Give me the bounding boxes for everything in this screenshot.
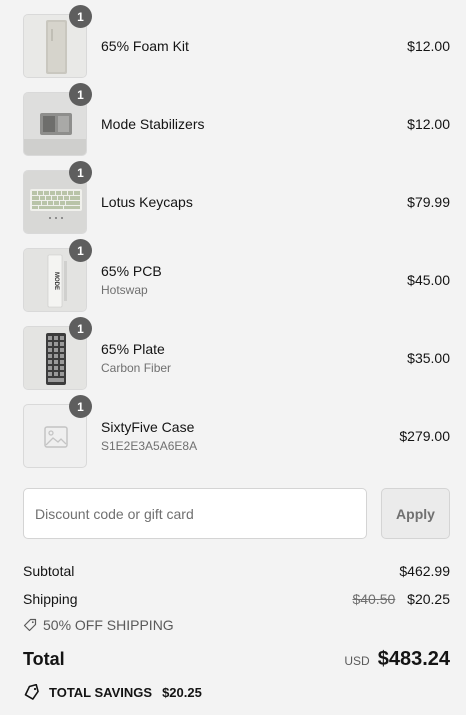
product-name: SixtyFive Case — [101, 419, 195, 435]
line-item: 1 65% Plate Carbon Fiber $35.00 — [23, 317, 450, 390]
total-value: $483.24 — [377, 647, 450, 670]
product-price: $279.00 — [399, 428, 450, 444]
subtotal-label: Subtotal — [23, 563, 75, 579]
shipping-discount: 50% OFF SHIPPING — [23, 617, 174, 633]
shipping-original-price: $40.50 — [352, 591, 396, 607]
line-item: MODE 1 65% PCB Hotswap $45.00 — [23, 239, 450, 312]
discount-form: Apply — [23, 488, 450, 539]
product-name: Lotus Keycaps — [101, 194, 193, 210]
product-price: $79.99 — [407, 194, 450, 210]
quantity-badge: 1 — [69, 317, 92, 340]
subtotal-row: Subtotal $462.99 — [23, 562, 450, 580]
product-price: $45.00 — [407, 272, 450, 288]
line-item: 1 Mode Stabilizers $12.00 — [23, 83, 450, 156]
shipping-value: $20.25 — [407, 591, 450, 607]
product-variant: Hotswap — [101, 283, 148, 297]
promo-row: 50% OFF SHIPPING — [23, 616, 450, 634]
product-price: $12.00 — [407, 116, 450, 132]
quantity-badge: 1 — [69, 161, 92, 184]
product-price: $12.00 — [407, 38, 450, 54]
product-price: $35.00 — [407, 350, 450, 366]
product-name: 65% Plate — [101, 341, 165, 357]
product-variant: Carbon Fiber — [101, 361, 172, 375]
total-row: Total USD $483.24 — [23, 646, 450, 672]
product-variant: S1E2E3A5A6E8A — [101, 439, 198, 453]
product-name: 65% PCB — [101, 263, 162, 279]
quantity-badge: 1 — [69, 83, 92, 106]
total-label: Total — [23, 648, 65, 669]
quantity-badge: 1 — [69, 5, 92, 28]
line-item: 1 SixtyFive Case S1E2E3A5A6E8A $279.00 — [23, 395, 450, 468]
total-savings-value: $20.25 — [162, 684, 202, 700]
currency-code: USD — [344, 653, 370, 668]
quantity-badge: 1 — [69, 239, 92, 262]
quantity-badge: 1 — [69, 395, 92, 418]
total-savings: TOTAL SAVINGS $20.25 — [23, 684, 202, 700]
tag-icon — [24, 684, 39, 700]
subtotal-value: $462.99 — [399, 563, 450, 579]
total-savings-label: TOTAL SAVINGS — [49, 684, 153, 700]
pcb-logo-text: MODE — [53, 272, 59, 290]
discount-code-input[interactable] — [23, 488, 367, 539]
line-item: 1 65% Foam Kit $12.00 — [23, 5, 450, 78]
line-item: 1 Lotus Keycaps $79.99 — [23, 161, 450, 234]
apply-discount-button[interactable]: Apply — [381, 488, 450, 539]
shipping-discount-label: 50% OFF SHIPPING — [43, 617, 174, 633]
shipping-label: Shipping — [23, 591, 78, 607]
shipping-row: Shipping $40.50 $20.25 — [23, 590, 450, 608]
product-name: 65% Foam Kit — [101, 38, 189, 54]
tag-icon — [23, 618, 37, 632]
product-name: Mode Stabilizers — [101, 116, 205, 132]
